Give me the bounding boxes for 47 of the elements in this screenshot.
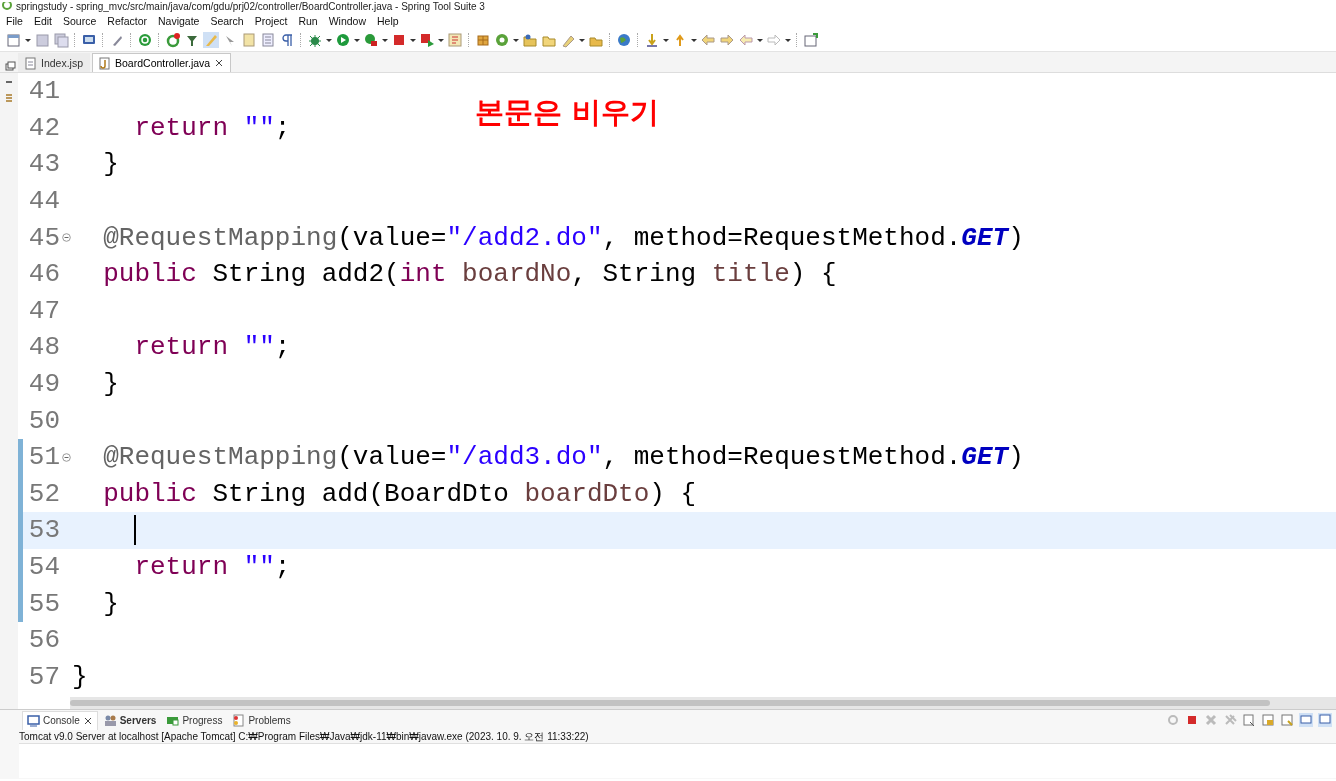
line-number: 51	[27, 442, 60, 473]
code-line: @RequestMapping(value="/add3.do", method=RequestMethod.GET)	[102, 441, 1024, 475]
console-process-label: Tomcat v9.0 Server at localhost [Apache Tomcat] C:₩Program Files₩Java₩jdk-11₩bin₩javaw.exe (2023. 10. 9. 오전 11:33:22)	[18, 730, 590, 743]
line-number: 48	[27, 332, 60, 363]
line-number: 44	[27, 186, 60, 217]
caption: 본문은 비우기	[475, 94, 660, 131]
window-title: springstudy - spring_mvc/src/main/java/com/gdu/prj02/controller/BoardController.java - Spring Tool Suite 3	[16, 0, 485, 13]
line-number: 46	[27, 259, 60, 290]
panel-tab[interactable]: Console	[22, 710, 98, 730]
menu-item[interactable]: Search	[210, 15, 249, 27]
menu-item[interactable]: Source	[63, 15, 102, 27]
code-line: @RequestMapping(value="/add2.do", method=RequestMethod.GET)	[102, 221, 1024, 255]
line-number: 42	[27, 112, 60, 143]
editor-tab[interactable]: BoardController.java	[92, 53, 232, 72]
code-line: public String add(BoardDto boardDto) {	[102, 477, 697, 511]
menu-item[interactable]: Refactor	[107, 15, 152, 27]
editor-tab[interactable]: Index.jsp	[18, 53, 91, 72]
menu-item[interactable]: Window	[328, 15, 372, 27]
menu-item[interactable]: File	[6, 15, 28, 27]
line-number: 41	[27, 76, 60, 107]
line-number: 55	[27, 588, 60, 619]
line-number: 47	[27, 295, 60, 326]
panel-tab[interactable]: Problems	[228, 711, 295, 729]
menu-item[interactable]: Project	[254, 15, 293, 27]
code-line: }	[102, 148, 119, 182]
menu-item[interactable]: Run	[298, 15, 323, 27]
line-number: 57	[27, 661, 60, 692]
menu-item[interactable]: Navigate	[158, 15, 205, 27]
line-number: 52	[27, 478, 60, 509]
code-line: }	[72, 660, 88, 694]
line-number: 45	[27, 222, 60, 253]
code-line: return "";	[133, 551, 291, 584]
code-line: }	[102, 587, 119, 621]
line-number: 50	[27, 405, 60, 436]
code-line: return "";	[133, 111, 291, 145]
code-line: public String add2(int boardNo, String title) {	[102, 258, 837, 292]
line-number: 54	[27, 552, 60, 582]
line-number: 56	[27, 625, 60, 656]
panel-tab[interactable]: Progress	[162, 711, 227, 729]
menu-item[interactable]: Help	[377, 15, 404, 27]
code-line: return "";	[133, 331, 291, 365]
line-number: 43	[27, 149, 60, 180]
code-line: }	[102, 368, 119, 402]
menu-item[interactable]: Edit	[33, 15, 57, 27]
line-number: 53	[27, 515, 60, 546]
panel-tab[interactable]: Servers	[99, 711, 161, 729]
line-number: 49	[27, 369, 60, 400]
